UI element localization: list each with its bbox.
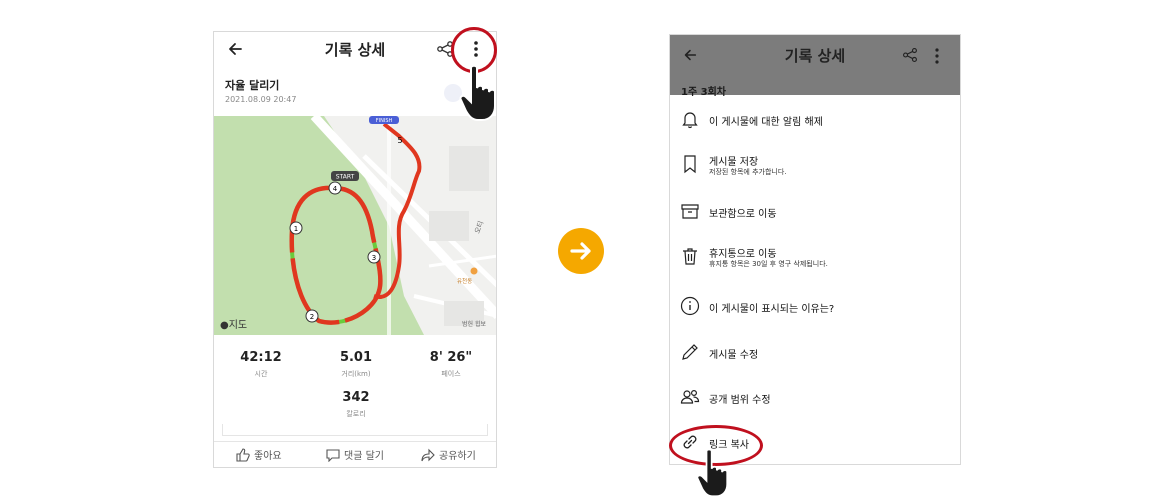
svg-text:1: 1 [294, 225, 298, 233]
people-icon [680, 389, 700, 404]
record-date: 2021.08.09 20:47 [225, 95, 297, 104]
menu-item-label: 보관함으로 이동 [709, 209, 777, 220]
card-bottom-edge [222, 424, 488, 436]
pencil-icon [682, 344, 698, 360]
more-options-icon [935, 48, 939, 64]
menu-item-why-shown[interactable]: 이 게시물이 표시되는 이유는? [670, 287, 960, 327]
stat-pace: 8' 26" 페이스 [429, 350, 473, 378]
comment-button[interactable]: 댓글 달기 [326, 447, 384, 462]
bell-icon [682, 112, 698, 129]
menu-item-label: 공개 범위 수정 [709, 395, 771, 406]
route-marker-1: 1 [289, 221, 303, 235]
route-map[interactable]: 1 2 3 4 5 START FINISH 오티 유천동 범헌 힙보 ●지도 [214, 116, 496, 335]
svg-text:START: START [336, 174, 355, 181]
menu-item-sublabel: 휴지통 항목은 30일 후 영구 삭제됩니다. [709, 260, 828, 268]
like-button[interactable]: 좋아요 [236, 447, 282, 462]
options-menu-screen: 기록 상세 1주 3회차 이 게시물에 대한 알림 해제 게시물 저장 저장된 … [669, 34, 961, 465]
next-step-arrow [558, 228, 604, 274]
map-attribution: ●지도 [220, 320, 248, 331]
stat-time: 42:12 시간 [240, 350, 282, 378]
road-label: 범헌 힙보 [462, 320, 486, 328]
menu-item-label: 이 게시물에 대한 알림 해제 [709, 117, 823, 128]
dimmed-header: 기록 상세 1주 3회차 [670, 35, 960, 98]
route-marker-5: 5 [397, 136, 402, 145]
share-post-button[interactable]: 공유하기 [421, 447, 476, 462]
menu-item-save-post[interactable]: 게시물 저장 저장된 항목에 추가합니다. [670, 145, 960, 185]
thumbs-up-icon [236, 447, 250, 462]
start-flag: START [331, 171, 359, 181]
menu-item-move-to-archive[interactable]: 보관함으로 이동 [670, 192, 960, 232]
menu-item-label: 게시물 수정 [709, 350, 759, 361]
building [449, 146, 489, 191]
pointer-hand-icon [459, 64, 496, 121]
trash-icon [683, 248, 697, 265]
pointer-hand-icon [696, 448, 729, 498]
menu-item-turn-off-notifications[interactable]: 이 게시물에 대한 알림 해제 [670, 100, 960, 140]
finish-flag: FINISH [369, 116, 399, 124]
route-marker-4: 4 [328, 181, 342, 195]
building [429, 211, 469, 241]
menu-item-label: 게시물 저장 [709, 157, 759, 168]
road-label: 오티 [472, 219, 485, 234]
poi-label: 유천동 [457, 277, 472, 285]
menu-item-edit-visibility[interactable]: 공개 범위 수정 [670, 378, 960, 418]
svg-text:3: 3 [372, 254, 376, 262]
bookmark-icon [684, 155, 696, 174]
apple-logo-icon: ● [220, 320, 229, 331]
record-subtitle: 1주 3회차 [681, 87, 726, 98]
svg-text:4: 4 [333, 185, 338, 193]
park-area [214, 116, 424, 335]
record-detail-screen: 기록 상세 자율 달리기 2021.08.09 20:47 1 2 3 4 5 … [213, 31, 497, 468]
svg-text:2: 2 [310, 313, 314, 321]
comment-icon [326, 448, 340, 462]
poi-icon [470, 267, 478, 275]
action-bar: 좋아요 댓글 달기 공유하기 [214, 441, 496, 467]
menu-item-edit-post[interactable]: 게시물 수정 [670, 333, 960, 373]
stat-distance: 5.01 거리(km) [339, 350, 373, 378]
stat-calories: 342 칼로리 [342, 390, 370, 418]
menu-item-label: 이 게시물이 표시되는 이유는? [709, 304, 835, 315]
route-marker-3: 3 [367, 250, 381, 264]
archive-icon [681, 204, 699, 219]
svg-text:FINISH: FINISH [376, 118, 393, 124]
map-canvas: 1 2 3 4 5 START FINISH 오티 유천동 범헌 힙보 [214, 116, 496, 335]
share-arrow-icon [421, 448, 435, 461]
info-icon [680, 296, 700, 316]
share-icon [903, 48, 917, 62]
menu-item-label: 휴지통으로 이동 [709, 249, 777, 260]
record-name: 자율 달리기 [225, 79, 280, 92]
svg-text:5: 5 [397, 136, 402, 145]
menu-item-sublabel: 저장된 항목에 추가합니다. [709, 168, 787, 176]
arrow-right-icon [570, 242, 591, 260]
route-marker-2: 2 [305, 309, 319, 323]
menu-item-move-to-trash[interactable]: 휴지통으로 이동 휴지통 항목은 30일 후 영구 삭제됩니다. [670, 237, 960, 277]
